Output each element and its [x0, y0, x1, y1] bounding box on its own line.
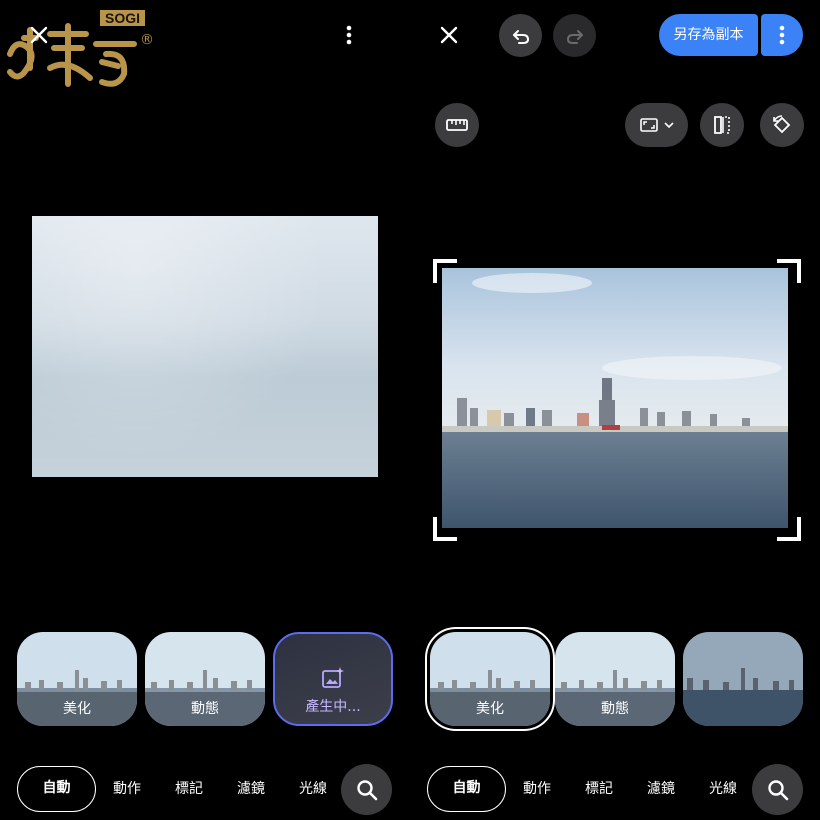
aspect-ratio-icon [639, 118, 658, 132]
flip-button[interactable] [700, 103, 744, 147]
tab-light-left[interactable]: 光線 [290, 766, 336, 812]
search-button-right[interactable] [752, 764, 803, 815]
tab-light-right[interactable]: 光線 [700, 766, 746, 812]
chip-generated-right[interactable] [683, 632, 803, 726]
chip-enhance-left[interactable]: 美化 [17, 632, 137, 726]
rotate-button[interactable] [760, 103, 804, 147]
chip-label: 動態 [555, 692, 675, 726]
chip-label: 動態 [145, 692, 265, 726]
ruler-button[interactable] [435, 103, 479, 147]
chip-label: 美化 [430, 692, 550, 726]
rotate-icon [773, 115, 791, 134]
tab-filter-right[interactable]: 濾鏡 [638, 766, 684, 812]
crop-handle-bottom-right[interactable] [777, 517, 801, 541]
save-copy-button[interactable]: 另存為副本 [659, 14, 758, 56]
close-button-left[interactable] [22, 18, 56, 52]
close-icon [30, 26, 48, 44]
tab-filter-left[interactable]: 濾鏡 [228, 766, 274, 812]
close-icon [440, 26, 458, 44]
crop-handle-top-left[interactable] [433, 259, 457, 283]
tab-auto-right[interactable]: 自動 [427, 766, 506, 812]
watermark-brand: SOGI [100, 10, 146, 26]
sparkle-image-icon [322, 667, 344, 688]
chip-label: 美化 [17, 692, 137, 726]
chip-enhance-right[interactable]: 美化 [425, 627, 555, 731]
save-options-button[interactable] [761, 14, 803, 56]
more-vert-icon [779, 25, 785, 45]
crop-handle-bottom-left[interactable] [433, 517, 457, 541]
chip-motion-left[interactable]: 動態 [145, 632, 265, 726]
chip-label: 產生中... [305, 699, 361, 715]
crop-handle-top-right[interactable] [777, 259, 801, 283]
undo-icon [512, 29, 529, 44]
more-vert-icon [346, 25, 352, 45]
aspect-ratio-button[interactable] [625, 103, 688, 147]
tab-action-left[interactable]: 動作 [104, 766, 150, 812]
chevron-down-icon [663, 122, 674, 129]
edited-photo [442, 268, 788, 528]
redo-button[interactable] [553, 14, 596, 57]
search-icon [356, 779, 377, 800]
chip-label [683, 692, 803, 726]
search-icon [767, 779, 788, 800]
flip-icon [714, 116, 730, 134]
tab-markup-right[interactable]: 標記 [576, 766, 622, 812]
more-button-left[interactable] [334, 20, 364, 50]
tab-markup-left[interactable]: 標記 [166, 766, 212, 812]
harbor-skyline-image [442, 268, 788, 528]
search-button-left[interactable] [341, 764, 392, 815]
close-button-right[interactable] [432, 18, 466, 52]
chip-motion-right[interactable]: 動態 [555, 632, 675, 726]
generating-photo-preview [32, 216, 378, 477]
redo-icon [566, 29, 583, 44]
ruler-icon [446, 119, 468, 131]
tab-action-right[interactable]: 動作 [514, 766, 560, 812]
watermark-registered: ® [140, 32, 154, 48]
undo-button[interactable] [499, 14, 542, 57]
tab-auto-left[interactable]: 自動 [17, 766, 96, 812]
chip-generating-left[interactable]: 產生中... [273, 632, 393, 726]
